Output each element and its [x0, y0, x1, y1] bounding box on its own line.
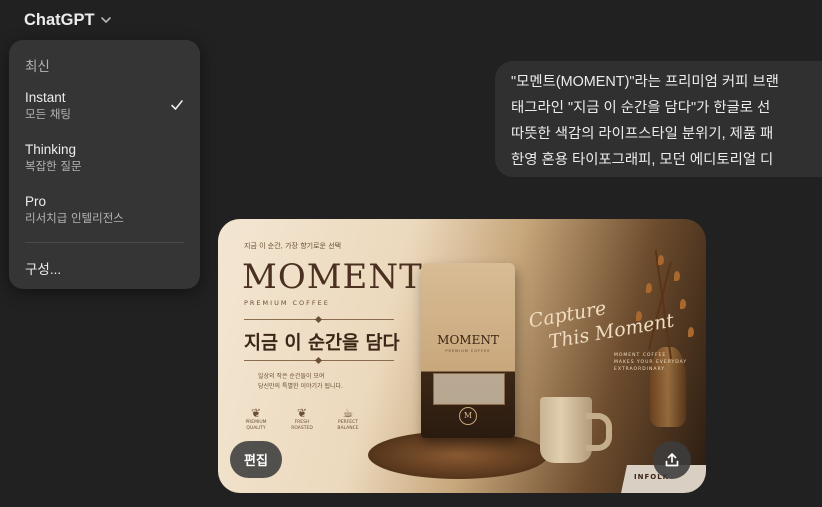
coffee-pouch: MOMENT PREMIUM COFFEE M: [421, 263, 515, 438]
pouch-brand: MOMENT: [437, 333, 499, 347]
pouch-label: [433, 373, 505, 405]
menu-item-description: 복잡한 질문: [25, 159, 82, 173]
pouch-subtitle: PREMIUM COFFEE: [445, 349, 491, 353]
ad-body-line: 당신만의 특별한 이야기가 됩니다.: [258, 383, 343, 390]
menu-item-configure[interactable]: 구성...: [25, 258, 61, 278]
ad-feature-label: FRESH ROASTED: [291, 420, 313, 431]
message-line: 따뜻한 색감의 라이프스타일 분위기, 제품 패: [511, 126, 774, 142]
menu-item-label: Pro: [25, 194, 47, 209]
share-upload-icon: [665, 453, 679, 467]
model-dropdown-menu: 최신 Instant 모든 채팅 Thinking 복잡한 질문 Pro 리서치…: [9, 40, 200, 289]
wooden-tray: [368, 431, 548, 479]
menu-item-description: 리서치급 인텔리전스: [25, 211, 124, 225]
ad-body-copy: 일상의 작은 순간들이 모여 당신만의 특별한 이야기가 됩니다.: [258, 372, 343, 392]
chevron-down-icon: [100, 17, 111, 23]
message-line: "모멘트(MOMENT)"라는 프리미엄 커피 브랜: [511, 74, 779, 90]
message-line: 태그라인 "지금 이 순간을 담다"가 한글로 선: [511, 100, 771, 116]
top-bar: ChatGPT: [0, 0, 822, 40]
share-image-button[interactable]: [653, 441, 691, 479]
menu-item-description: 모든 채팅: [25, 107, 71, 121]
dried-leaf: [658, 255, 664, 265]
ad-premium-label: PREMIUM COFFEE: [244, 299, 330, 307]
ad-feature-label: PERFECT BALANCE: [337, 420, 359, 431]
generated-image[interactable]: 지금 이 순간, 가장 향기로운 선택 MOMENT PREMIUM COFFE…: [218, 219, 706, 493]
ad-caption-line: EXTRAORDINARY.: [614, 367, 667, 372]
model-selector-button[interactable]: ChatGPT: [16, 6, 121, 34]
ad-feature: ☕ PERFECT BALANCE: [332, 406, 364, 432]
menu-item-instant[interactable]: Instant 모든 채팅: [9, 90, 200, 138]
ad-caption-line: MAKES YOUR EVERYDAY: [614, 360, 688, 365]
menu-item-pro[interactable]: Pro 리서치급 인텔리전스: [9, 194, 200, 242]
leaf-icon: ❦: [296, 406, 308, 420]
menu-section-title: 최신: [25, 59, 50, 74]
ad-headline: 지금 이 순간을 담다: [244, 333, 400, 354]
menu-item-label: Thinking: [25, 142, 77, 157]
ad-feature: ❦ FRESH ROASTED: [286, 406, 318, 432]
cup-icon: ☕: [342, 406, 354, 420]
ad-feature-label: PREMIUM QUALITY: [245, 420, 267, 431]
menu-item-label: Instant: [25, 90, 66, 105]
dried-leaf: [688, 327, 694, 337]
checkmark-icon: [171, 100, 183, 110]
menu-item-thinking[interactable]: Thinking 복잡한 질문: [9, 142, 200, 190]
ad-body-line: 일상의 작은 순간들이 모여: [258, 373, 325, 380]
user-message-bubble: "모멘트(MOMENT)"라는 프리미엄 커피 브랜 태그라인 "지금 이 순간…: [495, 61, 822, 177]
menu-divider: [25, 242, 184, 243]
coffee-mug: [540, 397, 592, 463]
model-selector-title: ChatGPT: [24, 10, 95, 29]
edit-image-button[interactable]: 편집: [230, 441, 282, 478]
dried-leaf: [674, 271, 680, 281]
mug-handle: [586, 413, 612, 451]
ad-feature-icons: ❦ PREMIUM QUALITY ❦ FRESH ROASTED ☕ PERF…: [240, 406, 400, 432]
ad-diamond-ornament: [314, 356, 323, 365]
ad-top-caption: 지금 이 순간, 가장 향기로운 선택: [244, 242, 342, 250]
leaf-icon: ❦: [250, 406, 262, 420]
ad-script-text: Capture This Moment: [527, 285, 676, 357]
ad-diamond-ornament: [314, 315, 323, 324]
ad-right-caption: MOMENT COFFEE MAKES YOUR EVERYDAY EXTRAO…: [614, 352, 687, 373]
ad-caption-line: MOMENT COFFEE: [614, 353, 667, 358]
dried-leaf: [680, 299, 686, 309]
ad-brand-name: MOMENT: [242, 257, 423, 297]
pouch-logo: M: [459, 407, 477, 425]
message-line: 한영 혼용 타이포그래피, 모던 에디토리얼 디: [511, 152, 774, 168]
ad-feature: ❦ PREMIUM QUALITY: [240, 406, 272, 432]
